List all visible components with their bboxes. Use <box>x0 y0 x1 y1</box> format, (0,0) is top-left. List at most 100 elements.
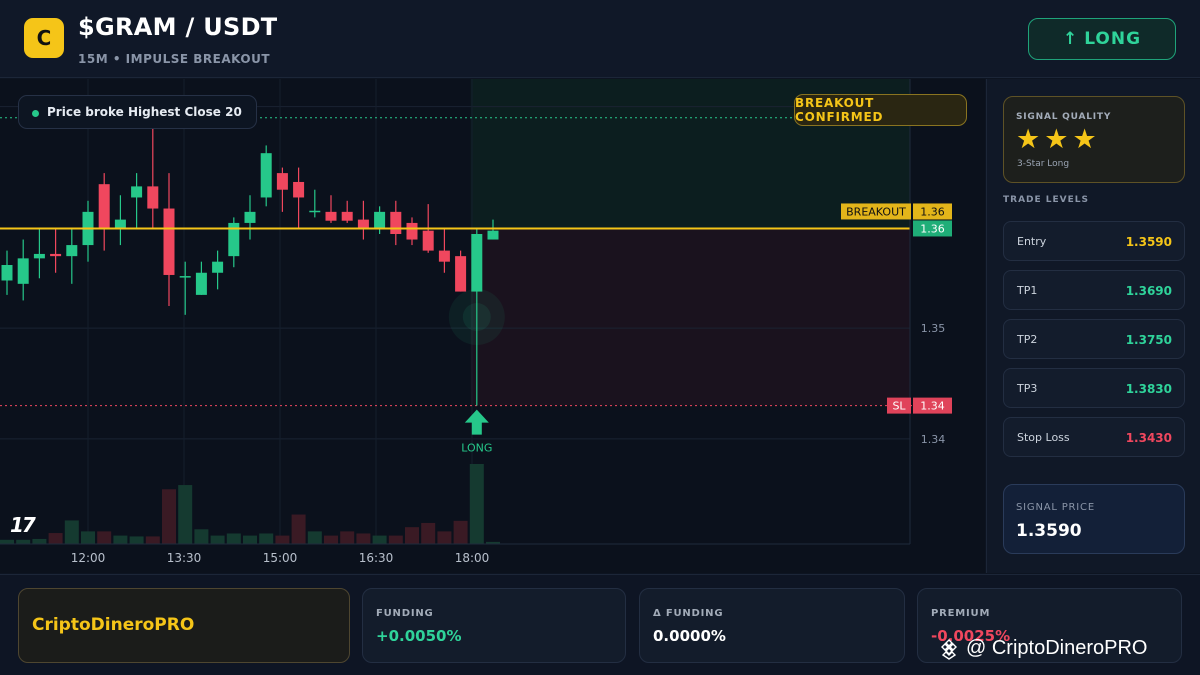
level-value: 1.3830 <box>1125 382 1172 396</box>
volume-bar <box>437 531 452 544</box>
pair-title: $GRAM / USDT <box>78 13 278 41</box>
volume-bar <box>356 533 371 544</box>
candle-body <box>406 222 418 240</box>
sl-tag-value: 1.34 <box>920 400 945 413</box>
binance-diamond-icon <box>941 638 957 660</box>
candle-body <box>66 245 78 257</box>
current-price-tag-value: 1.36 <box>920 222 945 235</box>
candle-body <box>390 211 402 234</box>
candlestick-chart-svg[interactable]: LONG12:0013:3015:0016:3018:001.371.351.3… <box>0 79 985 573</box>
candle-body <box>325 211 337 221</box>
level-name: TP1 <box>1017 284 1038 297</box>
candle-body <box>1 265 13 281</box>
volume-bar <box>388 535 403 544</box>
y-tick-label: 1.34 <box>921 433 946 446</box>
star-icon: ★ <box>1044 124 1073 155</box>
candle-body <box>147 186 159 209</box>
volume-bar <box>372 535 387 544</box>
long-button[interactable]: ↑ LONG <box>1028 18 1176 60</box>
level-stop-loss: Stop Loss 1.3430 <box>1003 417 1185 457</box>
volume-bar <box>307 531 322 544</box>
price-chart[interactable]: LONG12:0013:3015:0016:3018:001.371.351.3… <box>0 79 985 573</box>
delta-funding-card: Δ FUNDING 0.0000% <box>639 588 905 663</box>
signal-quality-label: SIGNAL QUALITY <box>1016 112 1112 122</box>
breakout-tag-value: 1.36 <box>920 205 945 218</box>
candle-body <box>50 253 62 257</box>
volume-bar <box>178 485 193 544</box>
volume-bar <box>145 536 160 544</box>
watermark-text: @ CriptoDineroPRO <box>966 637 1148 659</box>
candle-body <box>114 219 126 229</box>
candle-body <box>293 181 305 198</box>
level-tp3: TP3 1.3830 <box>1003 368 1185 408</box>
level-name: TP3 <box>1017 382 1038 395</box>
candle-body <box>455 256 467 292</box>
level-name: Entry <box>1017 235 1047 248</box>
x-tick-label: 15:00 <box>263 551 298 565</box>
level-tp2: TP2 1.3750 <box>1003 319 1185 359</box>
signal-quality-card: SIGNAL QUALITY ★★★ 3-Star Long <box>1003 96 1185 183</box>
long-arrow-icon <box>464 409 489 435</box>
watermark: @ CriptoDineroPRO <box>938 637 1147 660</box>
footer: CriptoDineroPRO FUNDING +0.0050% Δ FUNDI… <box>0 574 1200 675</box>
candle-body <box>33 253 45 259</box>
candle-body <box>438 250 450 262</box>
sl-tag-label: SL <box>892 400 906 413</box>
risk-zone <box>470 228 910 406</box>
volume-bar <box>275 535 290 544</box>
trade-levels-title: TRADE LEVELS <box>1003 195 1089 205</box>
tradingview-logo: 17 <box>10 513 36 537</box>
volume-bar <box>129 536 144 544</box>
signal-price-card: SIGNAL PRICE 1.3590 <box>1003 484 1185 554</box>
volume-bar <box>243 535 257 544</box>
stat-label: Δ FUNDING <box>653 608 724 619</box>
volume-bar <box>32 538 47 544</box>
star-icon: ★ <box>1072 124 1101 155</box>
volume-bar <box>210 535 225 544</box>
star-icon: ★ <box>1016 124 1045 155</box>
candle-body <box>471 234 483 292</box>
y-tick-label: 1.35 <box>921 322 946 335</box>
level-tp1: TP1 1.3690 <box>1003 270 1185 310</box>
volume-bar <box>16 539 31 544</box>
stat-value: 0.0000% <box>653 627 726 645</box>
candle-body <box>341 211 353 221</box>
level-value: 1.3750 <box>1125 333 1172 347</box>
level-value: 1.3590 <box>1125 235 1172 249</box>
stat-value: +0.0050% <box>376 627 462 645</box>
level-name: Stop Loss <box>1017 431 1070 444</box>
candle-body <box>309 210 321 213</box>
x-tick-label: 13:30 <box>167 551 202 565</box>
volume-bar <box>97 531 112 544</box>
volume-bar <box>64 520 79 544</box>
volume-bar <box>0 539 14 544</box>
status-dot-icon <box>32 110 39 117</box>
volume-bar <box>81 531 95 544</box>
x-tick-label: 12:00 <box>71 551 106 565</box>
level-entry: Entry 1.3590 <box>1003 221 1185 261</box>
volume-bar <box>259 533 274 544</box>
brand-card: CriptoDineroPRO <box>18 588 350 663</box>
signal-sidebar: SIGNAL QUALITY ★★★ 3-Star Long TRADE LEV… <box>986 79 1200 573</box>
volume-bar <box>162 489 176 544</box>
candle-body <box>357 219 369 229</box>
candle-body <box>244 211 256 223</box>
candle-body <box>260 153 272 198</box>
x-tick-label: 18:00 <box>455 551 490 565</box>
breakout-info-text: Price broke Highest Close 20 <box>47 105 242 119</box>
breakout-info-badge: Price broke Highest Close 20 <box>18 95 257 129</box>
volume-bar <box>469 464 484 544</box>
candle-body <box>131 186 143 198</box>
candle-body <box>98 184 110 229</box>
level-value: 1.3690 <box>1125 284 1172 298</box>
volume-bar <box>340 531 355 544</box>
candle-body <box>17 258 29 284</box>
signal-price-label: SIGNAL PRICE <box>1016 502 1095 513</box>
funding-card: FUNDING +0.0050% <box>362 588 626 663</box>
timeframe-subtitle: 15M • IMPULSE BREAKOUT <box>78 52 271 66</box>
signal-price-value: 1.3590 <box>1016 521 1082 541</box>
app-logo: C <box>24 18 64 58</box>
candle-body <box>163 208 175 275</box>
volume-bar <box>421 522 436 544</box>
volume-bar <box>226 533 241 544</box>
